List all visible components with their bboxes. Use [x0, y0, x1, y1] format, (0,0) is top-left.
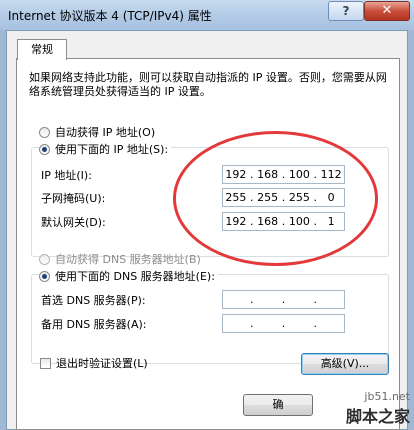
watermark: jb51.net 脚本之家: [346, 390, 410, 427]
watermark-url: jb51.net: [364, 390, 410, 403]
manual-ip-radio[interactable]: 使用下面的 IP 地址(S):: [39, 141, 172, 157]
checkbox-icon: [40, 357, 51, 369]
manual-dns-radio[interactable]: 使用下面的 DNS 服务器地址(E):: [39, 268, 218, 284]
validate-on-exit-label: 退出时验证设置(L): [56, 357, 148, 370]
ok-button[interactable]: 确: [243, 394, 313, 416]
title-bar: Internet 协议版本 4 (TCP/IPv4) 属性 ? ✕: [0, 0, 414, 30]
octet: 100: [288, 215, 310, 228]
octet: 100: [288, 168, 310, 181]
octet: 255: [225, 191, 247, 204]
octet: 168: [257, 168, 279, 181]
subnet-mask-label: 子网掩码(U):: [41, 192, 106, 205]
advanced-button[interactable]: 高级(V)...: [301, 353, 389, 375]
octet: 192: [225, 168, 247, 181]
radio-icon: [39, 126, 50, 138]
octet: 1: [327, 215, 335, 228]
tab-panel: 如果网络支持此功能，则可以获取自动指派的 IP 设置。否则，您需要从网络系统管理…: [16, 58, 400, 430]
close-icon: ✕: [381, 3, 393, 18]
preferred-dns-field[interactable]: . . .: [222, 290, 345, 309]
radio-selected-icon: [39, 270, 50, 282]
manual-dns-label: 使用下面的 DNS 服务器地址(E):: [55, 270, 215, 283]
help-icon: ?: [342, 4, 350, 18]
auto-dns-label: 自动获得 DNS 服务器地址(B): [55, 253, 201, 266]
subnet-mask-field[interactable]: 255. 255. 255. 0: [222, 188, 345, 207]
ip-address-field[interactable]: 192. 168. 100. 112: [222, 165, 345, 184]
octet: 0: [327, 191, 335, 204]
radio-selected-icon: [39, 143, 50, 155]
tab-general[interactable]: 常规: [17, 39, 67, 60]
gateway-field[interactable]: 192. 168. 100. 1: [222, 212, 345, 231]
gateway-label: 默认网关(D):: [41, 216, 106, 229]
dialog-body: 常规 如果网络支持此功能，则可以获取自动指派的 IP 设置。否则，您需要从网络系…: [6, 30, 408, 430]
octet: 168: [257, 215, 279, 228]
description-text: 如果网络支持此功能，则可以获取自动指派的 IP 设置。否则，您需要从网络系统管理…: [29, 71, 387, 98]
octet: 192: [225, 215, 247, 228]
help-button[interactable]: ?: [328, 1, 364, 21]
octet: 255: [257, 191, 279, 204]
ip-address-label: IP 地址(I):: [41, 169, 92, 182]
window-title: Internet 协议版本 4 (TCP/IPv4) 属性: [8, 9, 212, 23]
close-button[interactable]: ✕: [364, 1, 410, 21]
octet: 255: [288, 191, 310, 204]
radio-icon: [39, 253, 50, 265]
preferred-dns-label: 首选 DNS 服务器(P):: [41, 294, 146, 307]
watermark-name: 脚本之家: [345, 407, 410, 426]
manual-ip-label: 使用下面的 IP 地址(S):: [55, 143, 169, 156]
alternate-dns-field[interactable]: . . .: [222, 314, 345, 333]
alternate-dns-label: 备用 DNS 服务器(A):: [41, 318, 147, 331]
validate-on-exit-checkbox[interactable]: 退出时验证设置(L): [40, 355, 148, 371]
auto-ip-label: 自动获得 IP 地址(O): [55, 126, 156, 139]
octet: 112: [320, 168, 342, 181]
auto-ip-radio[interactable]: 自动获得 IP 地址(O): [39, 124, 155, 140]
auto-dns-radio[interactable]: 自动获得 DNS 服务器地址(B): [39, 251, 201, 267]
